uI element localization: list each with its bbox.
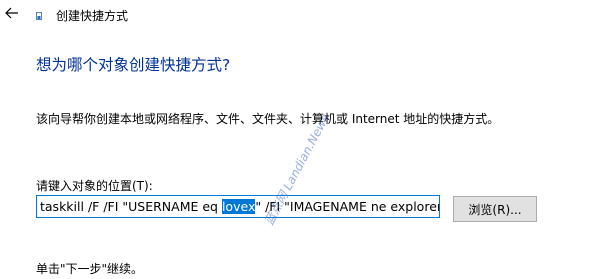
location-text-after: " /FI "IMAGENAME ne explorer.ex (255, 199, 440, 214)
window-title: 创建快捷方式 (56, 9, 129, 23)
location-input[interactable]: taskkill /F /FI "USERNAME eq lovex" /FI … (36, 195, 440, 218)
location-text-selected: lovex (221, 199, 256, 214)
location-text-before: taskkill /F /FI "USERNAME eq (40, 199, 222, 214)
footer-instruction: 单击"下一步"继续。 (36, 262, 144, 276)
shortcut-icon (36, 12, 42, 20)
browse-button[interactable]: 浏览(R)... (453, 196, 537, 222)
back-button[interactable] (2, 2, 22, 24)
location-label: 请键入对象的位置(T): (36, 179, 153, 193)
arrow-left-icon (5, 7, 18, 19)
page-heading: 想为哪个对象创建快捷方式? (36, 56, 231, 74)
wizard-description: 该向导帮你创建本地或网络程序、文件、文件夹、计算机或 Internet 地址的快… (36, 112, 500, 126)
